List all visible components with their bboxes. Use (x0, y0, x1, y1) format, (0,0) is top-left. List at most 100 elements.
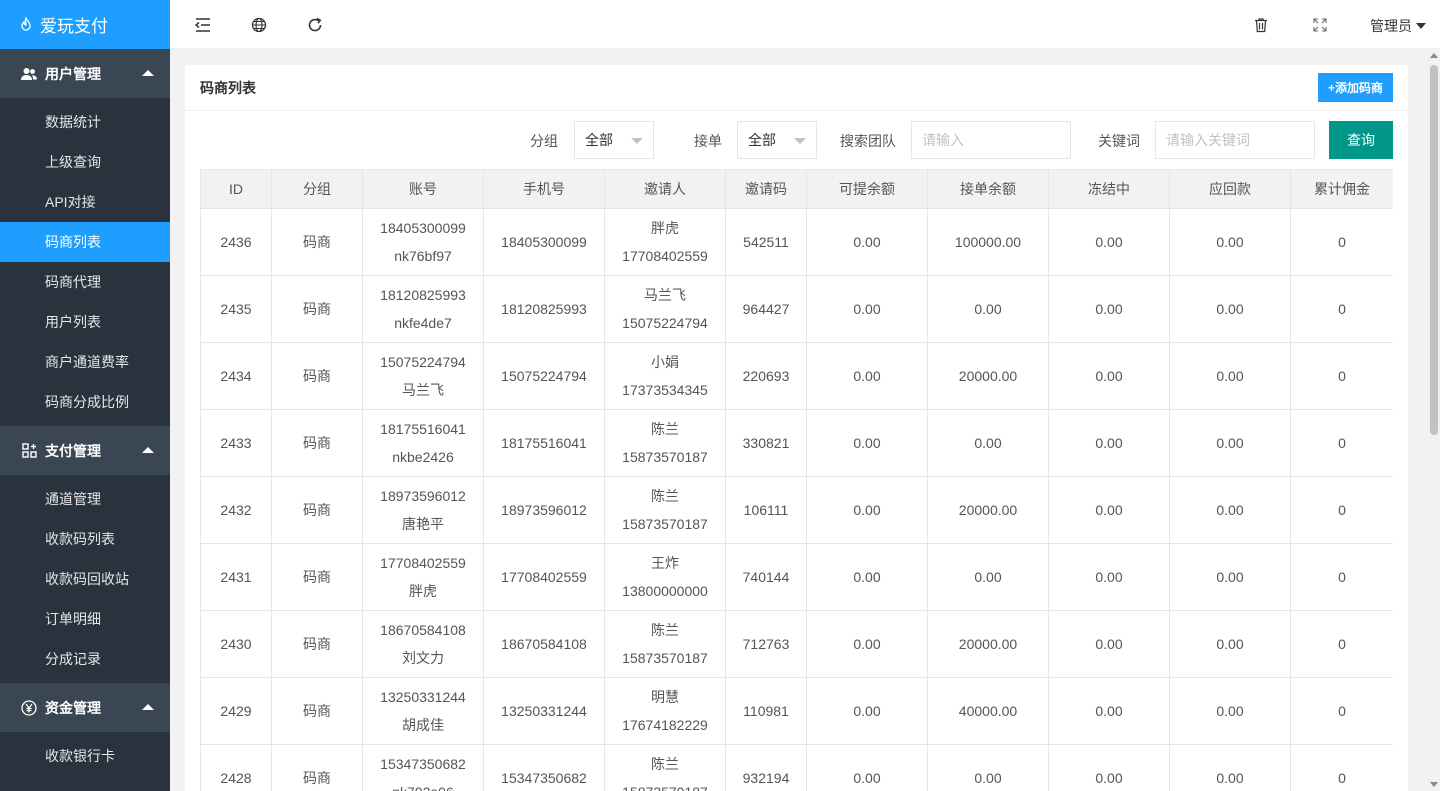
team-search-input[interactable] (911, 121, 1071, 159)
cell-line: 小娟 (651, 354, 679, 370)
table-row[interactable]: 2434 码商 15075224794 马兰飞 15075224794 小娟 1737353… (200, 342, 1393, 410)
cell-commission: 0 (1290, 476, 1393, 544)
group-select-value: 全部 (585, 132, 613, 148)
cell-frozen: 0.00 (1048, 208, 1170, 276)
cell-group: 码商 (271, 208, 363, 276)
sidebar-item[interactable]: 商户通道费率 (0, 342, 170, 382)
chevron-up-icon (142, 70, 154, 76)
cell-payback: 0.00 (1169, 476, 1291, 544)
cell-line: 13800000000 (622, 583, 708, 599)
cell-line: 马兰飞 (402, 382, 444, 398)
chevron-up-icon (142, 447, 154, 453)
sidebar-item[interactable]: 通道管理 (0, 479, 170, 519)
table-row[interactable]: 2428码商15347350682nk702a0615347350682陈兰15… (200, 744, 1393, 791)
cell-code: 220693 (725, 342, 807, 410)
cell-inviter: 马兰飞 15075224794 (604, 275, 726, 343)
cell-frozen: 0.00 (1048, 677, 1170, 745)
scroll-up-icon[interactable] (1430, 53, 1438, 58)
cell-code: 932194 (725, 744, 807, 791)
collapse-menu-icon[interactable] (193, 15, 213, 35)
cell-phone: 18175516041 (483, 409, 605, 477)
cell-inviter: 王炸 13800000000 (604, 543, 726, 611)
sidebar-menu: 用户管理数据统计 上级查询 API对接 码商列表 码商代理 用户列表 商户通道费率 码商分成比… (0, 49, 170, 780)
sidebar-item[interactable]: 订单明细 (0, 599, 170, 639)
cell-line: 刘文力 (402, 650, 444, 666)
table-row[interactable]: 2436 码商 18405300099 nk76bf97 18405300099 胖虎 17… (200, 208, 1393, 276)
scroll-thumb[interactable] (1430, 65, 1438, 435)
table-row[interactable]: 2429 码商 13250331244 胡成佳 13250331244 明慧 1767418… (200, 677, 1393, 745)
cell-phone: 15075224794 (483, 342, 605, 410)
cell-id: 2435 (200, 275, 272, 343)
cell-withdrawable: 0.00 (806, 677, 928, 745)
trash-icon[interactable] (1251, 15, 1271, 35)
cell-line: 陈兰 (651, 756, 679, 772)
sidebar-item[interactable]: 上级查询 (0, 142, 170, 182)
sidebar-group-1[interactable]: 支付管理 (0, 426, 170, 475)
cell-group: 码商 (271, 610, 363, 678)
cell-line: 18670584108 (380, 622, 466, 638)
app-logo[interactable]: 爱玩支付 (0, 0, 170, 49)
sidebar-item[interactable]: 分成记录 (0, 639, 170, 679)
sidebar-group-title: 资金管理 (45, 699, 101, 716)
cell-phone: 18973596012 (483, 476, 605, 544)
cell-payback: 0.00 (1169, 275, 1291, 343)
sidebar-item[interactable]: 码商分成比例 (0, 382, 170, 422)
cell-inviter: 陈兰 15873570187 (604, 610, 726, 678)
keyword-label: 关键词 (1098, 133, 1140, 149)
cell-phone: 18120825993 (483, 275, 605, 343)
table-row[interactable]: 2430 码商 18670584108 刘文力 18670584108 陈兰 1587357… (200, 610, 1393, 678)
sidebar-item[interactable]: 用户列表 (0, 302, 170, 342)
cell-line: 18120825993 (380, 287, 466, 303)
globe-icon[interactable] (249, 15, 269, 35)
cell-id: 2434 (200, 342, 272, 410)
column-header: 冻结中 (1048, 169, 1170, 209)
sidebar-group-title: 支付管理 (45, 442, 101, 459)
sidebar-item[interactable]: 收款银行卡 (0, 736, 170, 776)
cell-line: 15873570187 (622, 650, 708, 666)
sidebar-item[interactable]: API对接 (0, 182, 170, 222)
add-merchant-button[interactable]: +添加码商 (1317, 73, 1393, 102)
sidebar-item[interactable]: 收款码回收站 (0, 559, 170, 599)
app-title: 爱玩支付 (40, 17, 108, 36)
sidebar-group-title: 用户管理 (45, 65, 101, 82)
cell-line: 15873570187 (606, 778, 725, 791)
sidebar-item[interactable]: 码商代理 (0, 262, 170, 302)
column-header: 累计佣金 (1290, 169, 1393, 209)
cell-line: nk76bf97 (394, 248, 452, 264)
group-select[interactable]: 全部 (574, 121, 654, 159)
page-scrollbar[interactable] (1428, 49, 1440, 791)
query-button[interactable]: 查询 (1329, 121, 1393, 159)
cell-line: 明慧 (651, 689, 679, 705)
cell-line: 15873570187 (622, 516, 708, 532)
refresh-icon[interactable] (305, 15, 325, 35)
cell-withdrawable: 0.00 (806, 543, 928, 611)
cell-id: 2429 (200, 677, 272, 745)
cell-id: 2433 (200, 409, 272, 477)
table-row[interactable]: 2431 码商 17708402559 胖虎 17708402559 王炸 13800000… (200, 543, 1393, 611)
cell-inviter: 陈兰 15873570187 (604, 476, 726, 544)
cell-order-balance: 20000.00 (927, 610, 1049, 678)
cell-line: 18973596012 (380, 488, 466, 504)
table-row[interactable]: 2432 码商 18973596012 唐艳平 18973596012 陈兰 1587357… (200, 476, 1393, 544)
user-menu[interactable]: 管理员 (1370, 16, 1426, 36)
cell-account: 17708402559 胖虎 (362, 543, 484, 611)
cell-inviter: 胖虎 17708402559 (604, 208, 726, 276)
sidebar-item[interactable]: 数据统计 (0, 102, 170, 142)
cell-commission: 0 (1290, 208, 1393, 276)
sidebar-group-2[interactable]: 资金管理 (0, 683, 170, 732)
fullscreen-icon[interactable] (1310, 15, 1330, 35)
table-row[interactable]: 2433 码商 18175516041 nkbe2426 18175516041 陈兰 15… (200, 409, 1393, 477)
scroll-down-icon[interactable] (1430, 782, 1438, 787)
cell-payback: 0.00 (1169, 543, 1291, 611)
sidebar-item[interactable]: 收款码列表 (0, 519, 170, 559)
column-header: 分组 (271, 169, 363, 209)
cell-inviter: 小娟 17373534345 (604, 342, 726, 410)
order-select[interactable]: 全部 (737, 121, 817, 159)
keyword-input[interactable] (1155, 121, 1315, 159)
sidebar-group-0[interactable]: 用户管理 (0, 49, 170, 98)
cell-code: 110981 (725, 677, 807, 745)
sidebar-item[interactable]: 码商列表 (0, 222, 170, 262)
table-row[interactable]: 2435 码商 18120825993 nkfe4de7 18120825993 马兰飞 1… (200, 275, 1393, 343)
cell-line: 15347350682 (380, 756, 466, 772)
cell-line: 陈兰 (651, 488, 679, 504)
